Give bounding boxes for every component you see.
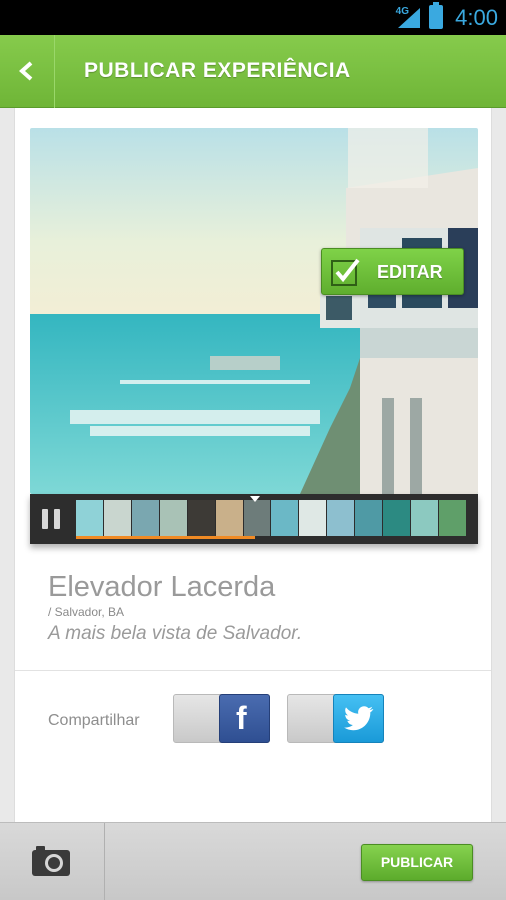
signal-icon	[398, 8, 420, 28]
camera-icon	[32, 846, 70, 876]
back-button[interactable]	[0, 35, 55, 108]
thumbnail-filmstrip[interactable]	[76, 500, 466, 536]
experience-photo[interactable]	[30, 128, 478, 494]
filmstrip-thumbnail[interactable]	[131, 500, 159, 536]
place-description: A mais bela vista de Salvador.	[48, 623, 303, 644]
status-bar: 4G 4:00	[0, 0, 506, 35]
edit-icon	[331, 258, 360, 286]
chevron-left-icon	[19, 61, 33, 81]
edit-label: EDITAR	[377, 262, 443, 282]
twitter-bird-icon	[344, 706, 374, 731]
filmstrip-thumbnail[interactable]	[187, 500, 215, 536]
filmstrip-thumbnail[interactable]	[383, 500, 411, 536]
pause-button[interactable]	[38, 506, 66, 532]
facebook-toggle-knob[interactable]: f	[219, 694, 270, 743]
place-title: Elevador Lacerda	[48, 571, 276, 603]
clock: 4:00	[455, 5, 498, 30]
filmstrip-thumbnail[interactable]	[103, 500, 131, 536]
share-label: Compartilhar	[48, 712, 140, 729]
filmstrip-thumbnail[interactable]	[271, 500, 299, 536]
playback-progress[interactable]	[76, 536, 256, 539]
filmstrip-thumbnail[interactable]	[438, 500, 466, 536]
experience-card: EDITAR Elevador Lacerda / Salvador, BA A…	[14, 108, 492, 822]
filmstrip-thumbnail[interactable]	[243, 500, 271, 536]
page-title: PUBLICAR EXPERIÊNCIA	[84, 59, 351, 82]
filmstrip-thumbnail[interactable]	[411, 500, 438, 536]
app-header: PUBLICAR EXPERIÊNCIA	[0, 35, 506, 108]
video-player-bar	[30, 494, 478, 544]
edit-button[interactable]: EDITAR	[321, 248, 464, 295]
filmstrip-thumbnail[interactable]	[76, 500, 103, 536]
filmstrip-thumbnail[interactable]	[299, 500, 327, 536]
facebook-share-toggle[interactable]: f	[173, 694, 270, 743]
harbor-photo-image	[30, 128, 478, 494]
filmstrip-thumbnail[interactable]	[327, 500, 355, 536]
camera-button[interactable]	[0, 823, 105, 900]
divider	[15, 670, 491, 671]
twitter-share-toggle[interactable]	[287, 694, 384, 743]
battery-icon	[429, 2, 443, 29]
facebook-icon: f	[236, 700, 247, 736]
place-location: / Salvador, BA	[48, 605, 125, 619]
filmstrip-thumbnail[interactable]	[215, 500, 243, 536]
playhead-marker[interactable]	[250, 496, 261, 502]
filmstrip-thumbnail[interactable]	[159, 500, 187, 536]
bottom-action-bar: PUBLICAR	[0, 822, 506, 900]
twitter-toggle-knob[interactable]	[333, 694, 384, 743]
filmstrip-thumbnail[interactable]	[355, 500, 383, 536]
pause-icon	[42, 509, 48, 529]
publish-button[interactable]: PUBLICAR	[361, 844, 473, 881]
